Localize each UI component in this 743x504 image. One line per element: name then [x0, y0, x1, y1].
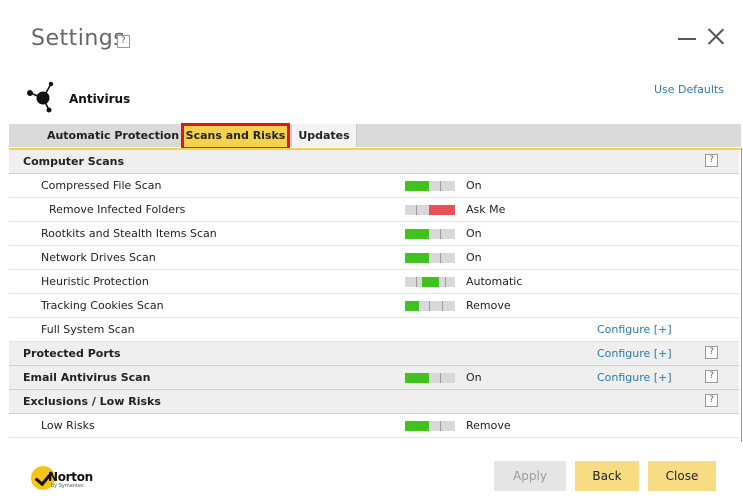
rootkits-scan-toggle[interactable] — [405, 229, 455, 239]
group-label: Protected Ports — [23, 347, 121, 360]
group-label: Computer Scans — [23, 155, 125, 168]
settings-list: Computer Scans ? Compressed File Scan On… — [9, 148, 742, 442]
email-scan-configure-link[interactable]: Configure [+] — [597, 371, 672, 384]
norton-logo: Norton by Symantec — [31, 466, 101, 492]
use-defaults-link[interactable]: Use Defaults — [654, 83, 724, 96]
antivirus-icon — [27, 81, 54, 113]
setting-label: Rootkits and Stealth Items Scan — [41, 227, 217, 240]
toggle-fill — [405, 373, 429, 383]
setting-row-remove-infected-folders: Remove Infected Folders Ask Me — [9, 198, 739, 222]
help-icon[interactable]: ? — [705, 154, 718, 167]
setting-value: Automatic — [466, 275, 523, 288]
norton-brand: Norton — [48, 470, 93, 484]
window-title: Settings ? — [31, 26, 130, 51]
full-system-scan-configure-link[interactable]: Configure [+] — [597, 323, 672, 336]
tab-updates[interactable]: Updates — [291, 124, 357, 147]
setting-label: Heuristic Protection — [41, 275, 149, 288]
tab-scans-and-risks[interactable]: Scans and Risks — [181, 123, 290, 150]
network-drives-scan-toggle[interactable] — [405, 253, 455, 263]
low-risks-toggle[interactable] — [405, 421, 455, 431]
toggle-tick — [442, 301, 443, 311]
toggle-tick — [440, 181, 441, 191]
section-title: Antivirus — [69, 92, 131, 106]
setting-label: Low Risks — [41, 419, 95, 432]
setting-label: Compressed File Scan — [41, 179, 162, 192]
remove-infected-folders-toggle[interactable] — [405, 205, 455, 215]
setting-label: Full System Scan — [41, 323, 135, 336]
toggle-tick — [416, 277, 417, 287]
setting-value: On — [466, 251, 482, 264]
compressed-file-scan-toggle[interactable] — [405, 181, 455, 191]
setting-value: On — [466, 371, 482, 384]
apply-button[interactable]: Apply — [494, 461, 566, 491]
window-title-text: Settings — [31, 26, 126, 51]
setting-value: On — [466, 227, 482, 240]
setting-row-heuristic-protection: Heuristic Protection Automatic — [9, 270, 739, 294]
protected-ports-configure-link[interactable]: Configure [+] — [597, 347, 672, 360]
group-label: Email Antivirus Scan — [23, 371, 151, 384]
setting-row-network-drives-scan: Network Drives Scan On — [9, 246, 739, 270]
toggle-tick — [440, 229, 441, 239]
scrollbar-track[interactable] — [741, 148, 742, 442]
toggle-fill — [429, 205, 455, 215]
back-button[interactable]: Back — [575, 461, 639, 491]
help-icon[interactable]: ? — [117, 35, 130, 48]
help-icon[interactable]: ? — [705, 370, 718, 383]
setting-label: Network Drives Scan — [41, 251, 156, 264]
setting-value: On — [466, 179, 482, 192]
setting-row-rootkits-scan: Rootkits and Stealth Items Scan On — [9, 222, 739, 246]
group-email-antivirus-scan: Email Antivirus Scan On Configure [+] ? — [9, 366, 739, 390]
setting-label: Tracking Cookies Scan — [41, 299, 164, 312]
toggle-fill — [405, 181, 429, 191]
toggle-tick — [445, 277, 446, 287]
group-label: Exclusions / Low Risks — [23, 395, 161, 408]
help-icon[interactable]: ? — [705, 394, 718, 407]
toggle-fill — [422, 277, 439, 287]
help-icon[interactable]: ? — [705, 346, 718, 359]
heuristic-protection-toggle[interactable] — [405, 277, 455, 287]
close-button[interactable]: Close — [648, 461, 716, 491]
tracking-cookies-scan-toggle[interactable] — [405, 301, 455, 311]
toggle-fill — [405, 301, 419, 311]
setting-label: Remove Infected Folders — [49, 203, 186, 216]
toggle-tick — [440, 421, 441, 431]
close-icon[interactable] — [708, 27, 724, 45]
setting-row-full-system-scan: Full System Scan Configure [+] — [9, 318, 739, 342]
toggle-fill — [405, 421, 429, 431]
setting-value: Remove — [466, 299, 511, 312]
toggle-tick — [429, 301, 430, 311]
group-protected-ports: Protected Ports Configure [+] ? — [9, 342, 739, 366]
setting-row-compressed-file-scan: Compressed File Scan On — [9, 174, 739, 198]
setting-value: Ask Me — [466, 203, 506, 216]
setting-row-tracking-cookies-scan: Tracking Cookies Scan Remove — [9, 294, 739, 318]
toggle-tick — [440, 373, 441, 383]
group-computer-scans: Computer Scans ? — [9, 150, 739, 174]
setting-row-low-risks: Low Risks Remove — [9, 414, 739, 438]
tab-automatic-protection[interactable]: Automatic Protection — [43, 124, 183, 147]
toggle-fill — [405, 229, 429, 239]
email-antivirus-scan-toggle[interactable] — [405, 373, 455, 383]
minimize-icon[interactable] — [678, 26, 696, 46]
toggle-tick — [416, 205, 417, 215]
group-exclusions-low-risks: Exclusions / Low Risks ? — [9, 390, 739, 414]
toggle-fill — [405, 253, 429, 263]
setting-value: Remove — [466, 419, 511, 432]
toggle-tick — [440, 253, 441, 263]
norton-brand-sub: by Symantec — [51, 483, 84, 489]
